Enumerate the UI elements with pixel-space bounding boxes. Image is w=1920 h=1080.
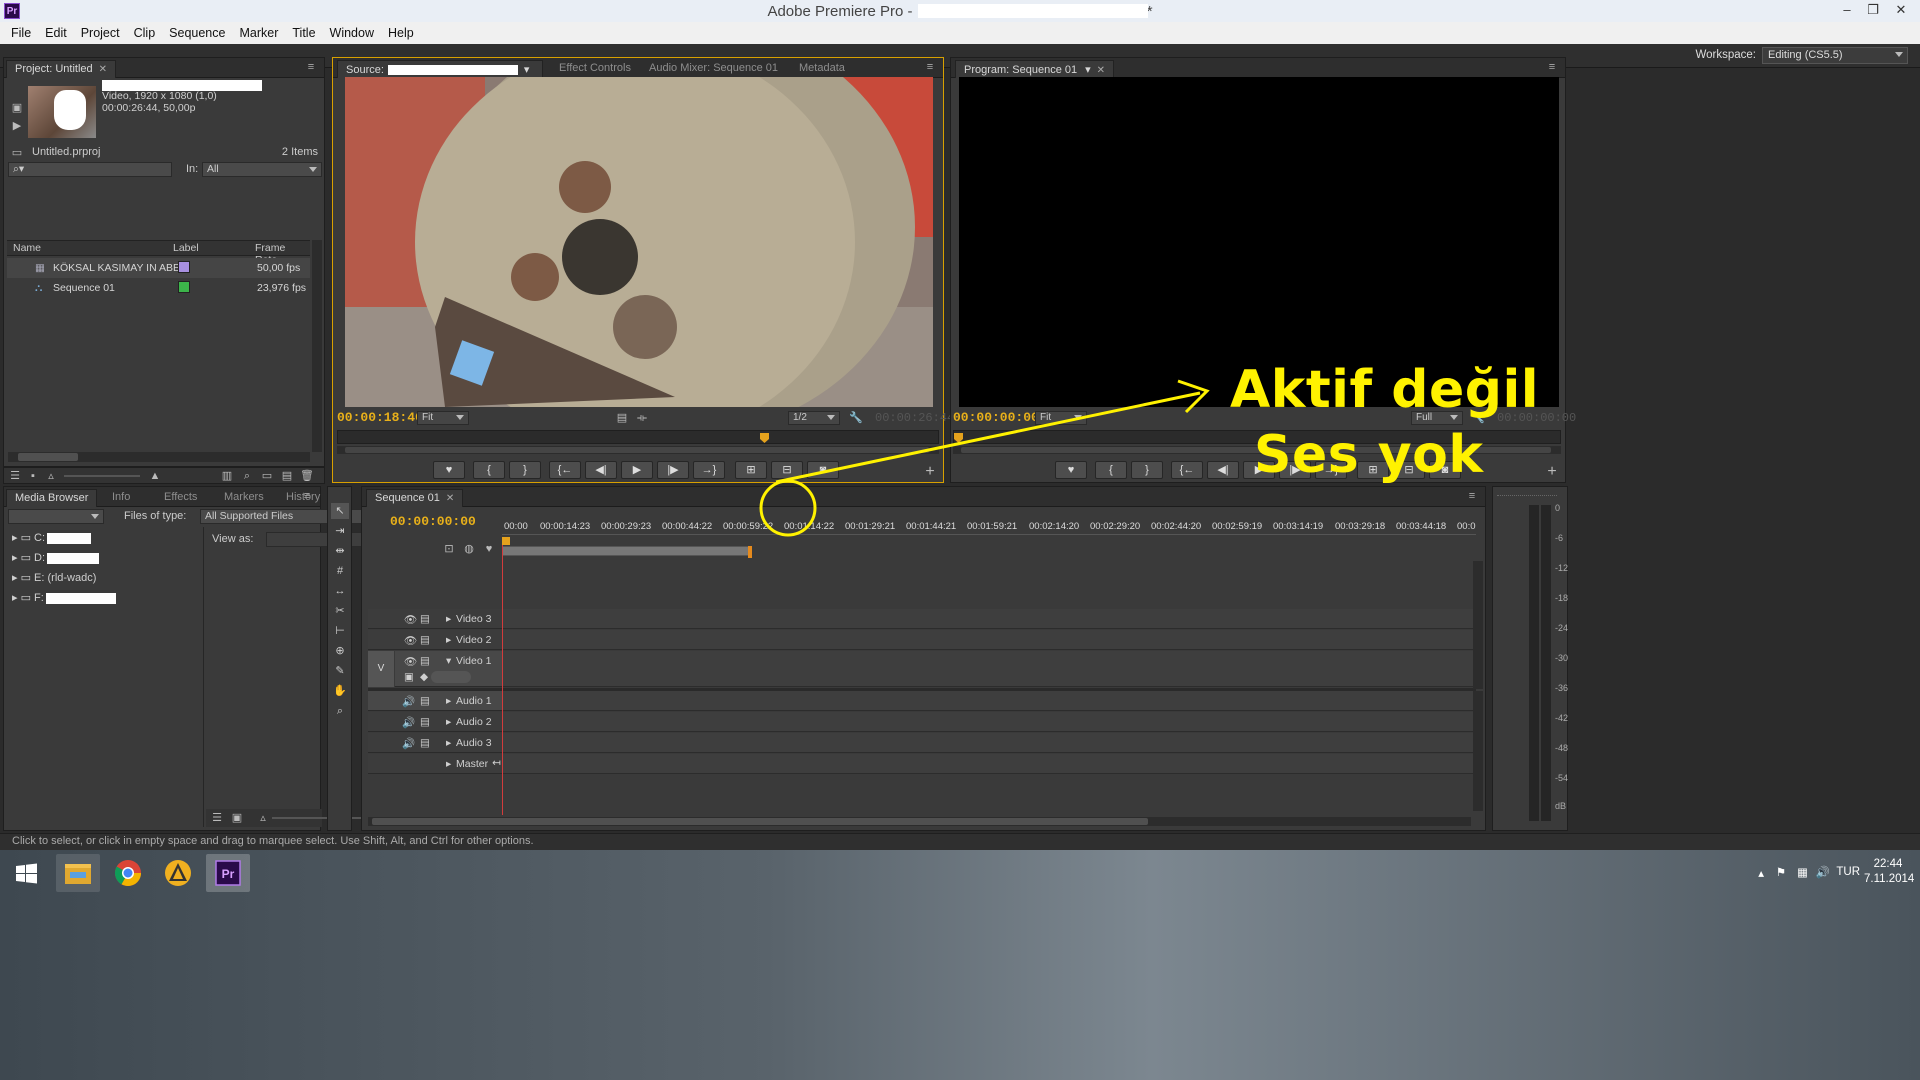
- annotation-line1: Aktif değil: [1230, 360, 1540, 420]
- annotation-circle: [759, 479, 817, 537]
- annotation-overlay: [759, 379, 1210, 537]
- annotation-arrow-line: [775, 391, 1201, 484]
- annotation-line2: Ses yok: [1254, 425, 1484, 485]
